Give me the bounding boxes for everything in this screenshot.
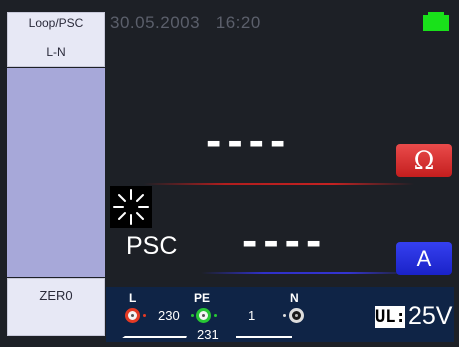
terminal-bar: L 230 PE 1 231 N UL: 25V: [106, 287, 454, 342]
terminal-N-label: N: [290, 291, 299, 305]
meter-screen: Loop/PSC L-N ZER0 30.05.2003 16:20 ---- …: [0, 0, 459, 347]
resistance-underline: [144, 183, 414, 185]
status-bar: 30.05.2003 16:20: [106, 12, 454, 34]
bracket-right: [236, 328, 292, 338]
zero-label: ZER0: [39, 288, 73, 303]
datetime: 30.05.2003 16:20: [110, 13, 261, 33]
terminal-N-icon: [289, 308, 304, 323]
terminal-PE-icon: [196, 308, 211, 323]
terminal-L-icon: [125, 308, 140, 323]
zero-button[interactable]: ZER0: [7, 278, 105, 336]
mode-button[interactable]: Loop/PSC L-N: [7, 12, 105, 67]
touch-voltage-label: UL:: [375, 306, 406, 328]
voltage-L-N: 231: [197, 327, 219, 342]
terminal-N-dot: [283, 314, 286, 317]
terminal-PE-dot-right: [214, 314, 217, 317]
mode-sub: L-N: [46, 45, 66, 59]
resistance-reading: ----: [206, 114, 292, 166]
terminal-PE-label: PE: [194, 291, 211, 305]
main-display: ---- Ω PSC ---- A: [106, 34, 454, 287]
time: 16:20: [215, 13, 261, 32]
amp-unit-badge: A: [396, 242, 452, 275]
mode-title: Loop/PSC: [28, 16, 84, 30]
psc-label: PSC: [126, 232, 178, 260]
terminal-PE-dot-left: [191, 314, 194, 317]
touch-voltage-value: 25V: [408, 302, 453, 330]
voltage-PE-N: 1: [248, 308, 256, 323]
bracket-left: [122, 328, 190, 338]
terminal-L-label: L: [129, 291, 137, 305]
psc-underline: [201, 272, 411, 274]
date: 30.05.2003: [110, 13, 201, 32]
terminal-L-dot: [143, 314, 146, 317]
battery-icon: [423, 15, 449, 31]
spinner-svg: [113, 189, 149, 225]
spinner-icon: [110, 186, 152, 228]
menu-panel: [7, 68, 105, 277]
ohm-unit-badge: Ω: [396, 144, 452, 177]
voltage-L-PE: 230: [158, 308, 180, 323]
psc-reading: ----: [242, 214, 328, 266]
